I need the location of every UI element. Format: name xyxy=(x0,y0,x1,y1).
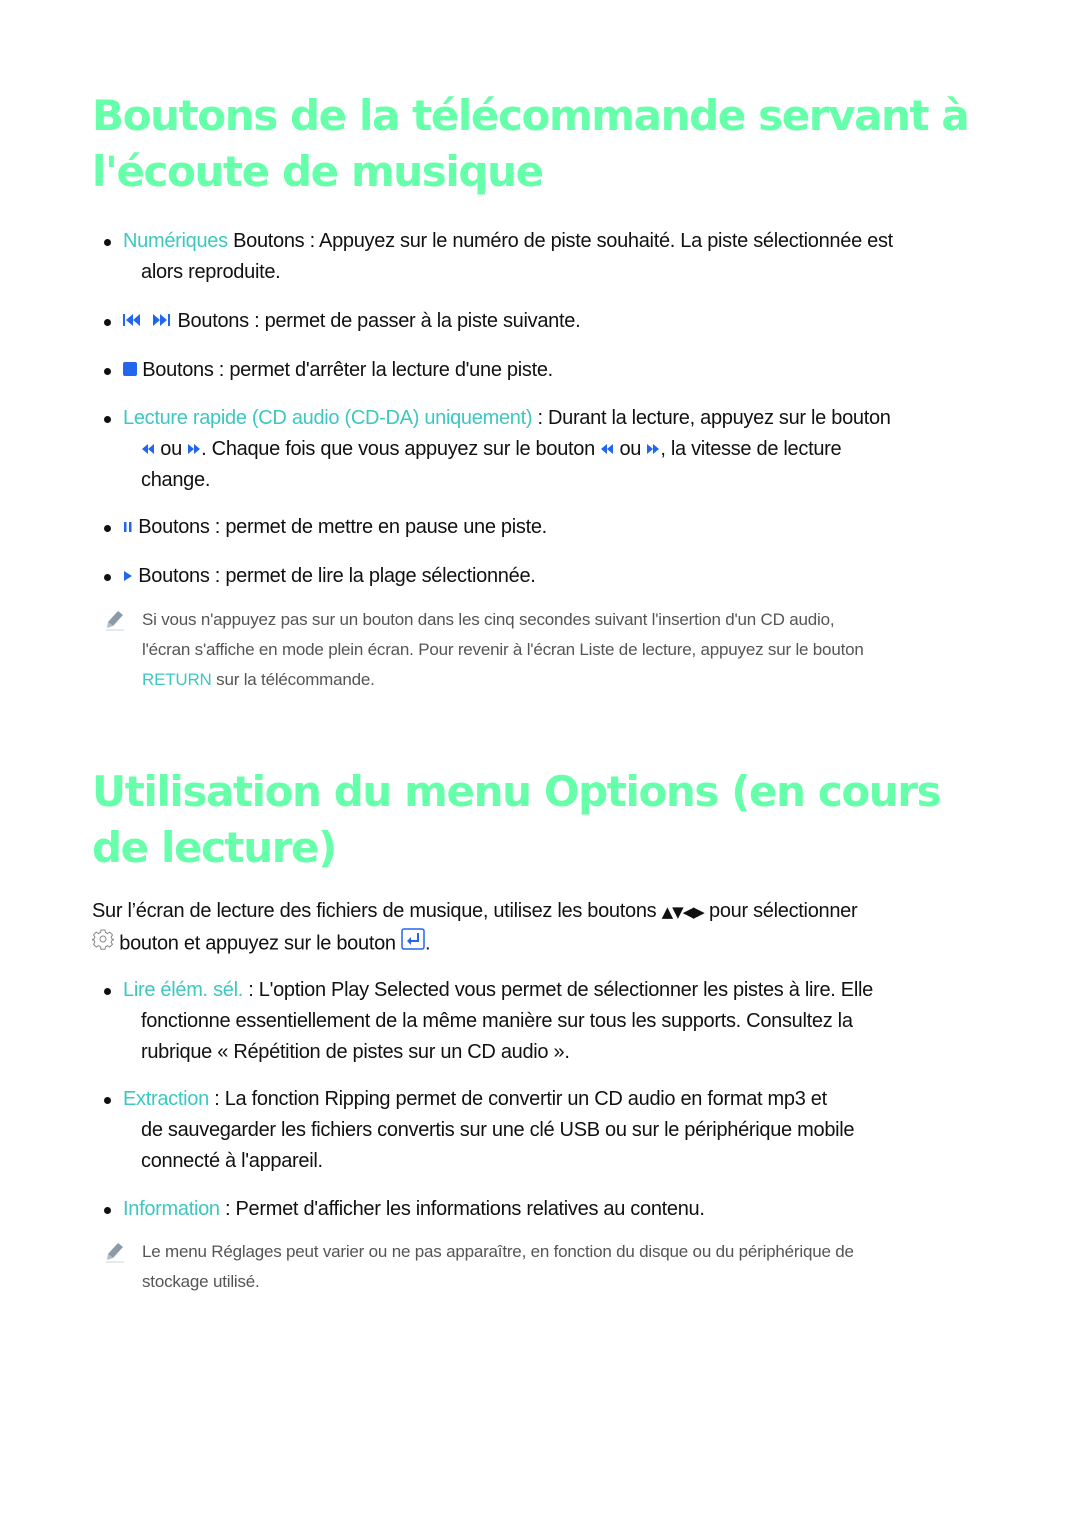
list-item-fast-play: Lecture rapide (CD audio (CD-DA) uniquem… xyxy=(104,403,994,496)
list-item-information: Information : Permet d'afficher les info… xyxy=(104,1194,994,1225)
item-text-continued: change. xyxy=(141,469,211,492)
arrow-keys-icon: ▲▼◀▶ xyxy=(661,903,705,921)
stop-icon xyxy=(123,355,137,386)
bullet-icon xyxy=(104,368,111,375)
term-lecture-rapide: Lecture rapide (CD audio (CD-DA) uniquem… xyxy=(123,407,533,429)
term-information: Information xyxy=(123,1198,220,1220)
intro-text: Sur l’écran de lecture des fichiers de m… xyxy=(92,900,662,922)
skip-previous-icon xyxy=(123,306,143,337)
intro-paragraph: Sur l’écran de lecture des fichiers de m… xyxy=(91,896,992,960)
list-item-play: Boutons : permet de lire la plage sélect… xyxy=(104,561,994,592)
note-settings-menu: Le menu Réglages peut varier ou ne pas a… xyxy=(104,1237,994,1297)
intro-text: . xyxy=(425,932,431,955)
item-text: : Permet d'afficher les informations rel… xyxy=(219,1198,705,1220)
bullet-icon xyxy=(104,1207,111,1214)
list-item-numeric: Numériques Boutons : Appuyez sur le numé… xyxy=(104,226,994,288)
bullet-icon xyxy=(104,988,111,995)
term-lire-elem-sel: Lire élém. sél. xyxy=(123,979,243,1001)
item-text: Boutons : permet de lire la plage sélect… xyxy=(133,565,536,587)
term-numeriques: Numériques xyxy=(123,230,228,252)
item-text: ou xyxy=(155,438,188,460)
skip-next-icon xyxy=(152,306,172,337)
term-extraction: Extraction xyxy=(123,1088,209,1110)
item-text-continued: rubrique « Répétition de pistes sur un C… xyxy=(141,1041,570,1063)
pencil-note-icon xyxy=(104,1241,126,1263)
section-heading-options-menu: Utilisation du menu Options (en cours de… xyxy=(92,767,942,872)
rewind-icon xyxy=(141,434,155,465)
item-text: : La fonction Ripping permet de converti… xyxy=(208,1088,827,1110)
enter-icon xyxy=(401,928,425,960)
item-text-continued: de sauvegarder les fichiers convertis su… xyxy=(141,1119,855,1141)
bullet-icon xyxy=(104,416,111,423)
note-text: l'écran s'affiche en mode plein écran. P… xyxy=(142,640,864,659)
document-page: Boutons de la télécommande servant à l'é… xyxy=(0,0,1080,1534)
item-text-continued: fonctionne essentiellement de la même ma… xyxy=(141,1010,853,1032)
list-item-skip: Boutons : permet de passer à la piste su… xyxy=(104,306,994,337)
note-text: Si vous n'appuyez pas sur un bouton dans… xyxy=(142,610,835,629)
item-text: . Chaque fois que vous appuyez sur le bo… xyxy=(201,438,601,460)
bullet-icon xyxy=(104,1097,111,1104)
item-text: ou xyxy=(614,438,647,460)
item-text-continued: connecté à l'appareil. xyxy=(141,1150,323,1172)
item-text: Boutons : Appuyez sur le numéro de piste… xyxy=(227,230,893,252)
gear-icon xyxy=(91,928,115,960)
bullet-icon xyxy=(104,239,111,246)
rewind-icon xyxy=(600,434,614,465)
list-item-stop: Boutons : permet d'arrêter la lecture d'… xyxy=(104,355,994,386)
list-item-extraction: Extraction : La fonction Ripping permet … xyxy=(104,1084,994,1177)
note-text: Le menu Réglages peut varier ou ne pas a… xyxy=(142,1242,854,1261)
note-return: Si vous n'appuyez pas sur un bouton dans… xyxy=(104,605,994,695)
item-text: Boutons : permet de mettre en pause une … xyxy=(133,516,547,538)
fast-forward-icon xyxy=(187,434,201,465)
section-heading-remote-buttons: Boutons de la télécommande servant à l'é… xyxy=(92,91,970,196)
list-item-pause: Boutons : permet de mettre en pause une … xyxy=(104,512,994,543)
list-item-play-selected: Lire élém. sél. : L'option Play Selected… xyxy=(104,975,994,1068)
bullet-icon xyxy=(104,319,111,326)
bullet-icon xyxy=(104,525,111,532)
pause-icon xyxy=(123,512,133,543)
fast-forward-icon xyxy=(646,434,660,465)
item-text: : L'option Play Selected vous permet de … xyxy=(243,979,873,1001)
bullet-icon xyxy=(104,574,111,581)
note-text: stockage utilisé. xyxy=(142,1272,260,1291)
item-text: Boutons : permet d'arrêter la lecture d'… xyxy=(137,359,553,381)
item-text: Boutons : permet de passer à la piste su… xyxy=(172,310,581,332)
item-text: : Durant la lecture, appuyez sur le bout… xyxy=(532,407,891,429)
term-return: RETURN xyxy=(142,670,212,689)
intro-text: pour sélectionner xyxy=(703,900,858,922)
intro-text: bouton et appuyez sur le bouton xyxy=(114,932,401,955)
item-text-continued: alors reproduite. xyxy=(141,261,281,283)
note-text: sur la télécommande. xyxy=(211,670,375,689)
play-icon xyxy=(123,561,133,592)
item-text: , la vitesse de lecture xyxy=(660,438,842,460)
pencil-note-icon xyxy=(104,609,126,631)
